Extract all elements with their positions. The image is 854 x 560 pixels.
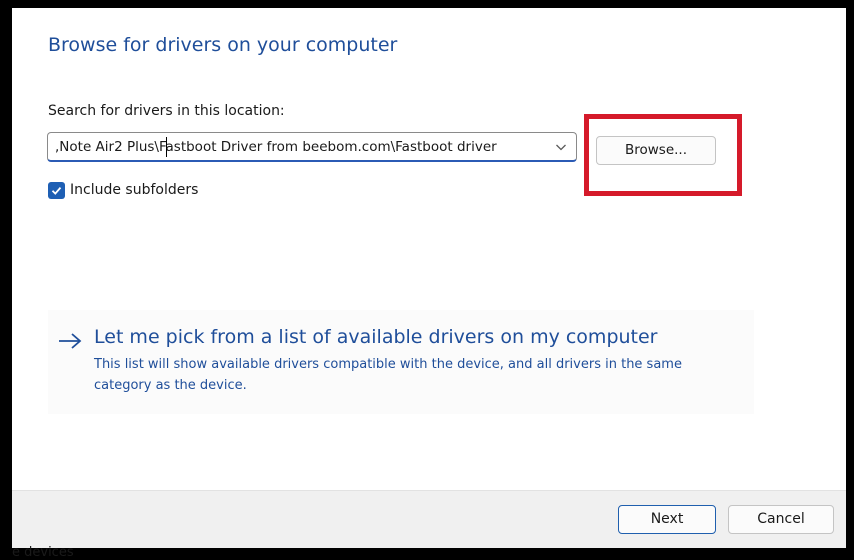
- text-cursor: [166, 137, 167, 157]
- include-subfolders-checkbox[interactable]: [48, 182, 65, 199]
- background-window-text: e devices: [12, 546, 74, 560]
- pick-from-list-description: This list will show available drivers co…: [94, 357, 682, 393]
- highlight-annotation-box: [584, 114, 742, 196]
- pick-from-list-title[interactable]: Let me pick from a list of available dri…: [94, 326, 658, 348]
- dialog-footer: Next Cancel: [12, 490, 846, 549]
- page-title: Browse for drivers on your computer: [48, 34, 398, 56]
- driver-path-input[interactable]: ,Note Air2 Plus\Fastboot Driver from bee…: [55, 139, 497, 155]
- screenshot-frame-right: [846, 0, 854, 560]
- arrow-right-icon: [59, 333, 82, 349]
- pick-from-list-option[interactable]: Let me pick from a list of available dri…: [48, 310, 754, 414]
- cancel-button[interactable]: Cancel: [728, 505, 834, 534]
- next-button[interactable]: Next: [618, 505, 716, 534]
- screenshot-frame-top: [0, 0, 854, 8]
- driver-path-combobox[interactable]: ,Note Air2 Plus\Fastboot Driver from bee…: [47, 132, 577, 162]
- screenshot-frame-left: [0, 0, 12, 560]
- include-subfolders-label[interactable]: Include subfolders: [70, 182, 198, 198]
- chevron-down-icon[interactable]: [555, 141, 567, 153]
- checkmark-icon: [51, 187, 62, 195]
- browse-drivers-dialog: Browse for drivers on your computer Sear…: [12, 8, 846, 549]
- search-location-label: Search for drivers in this location:: [48, 103, 285, 119]
- screenshot-frame-bottom: [0, 548, 854, 560]
